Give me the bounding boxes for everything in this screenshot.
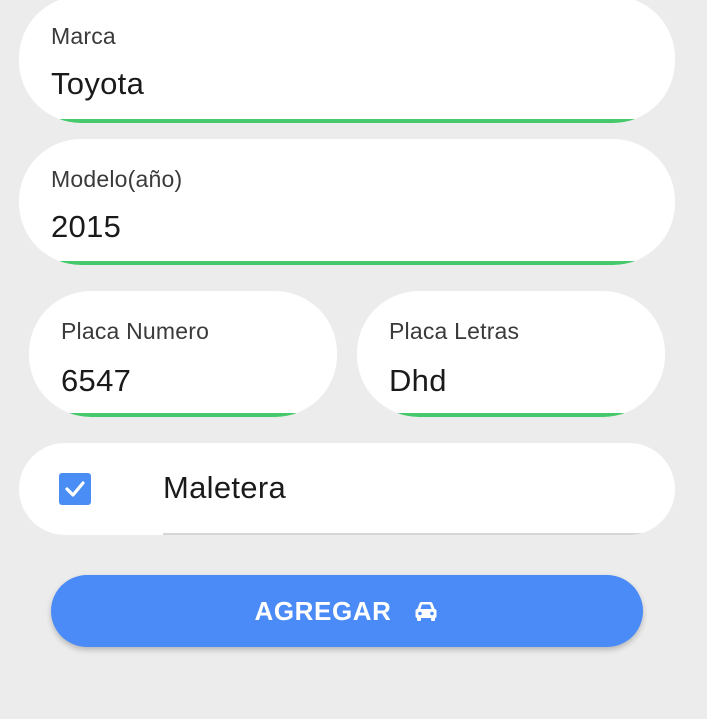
modelo-label: Modelo(año)	[51, 166, 183, 192]
placa-letras-field[interactable]: Placa Letras Dhd	[357, 291, 665, 417]
placa-letras-underline	[393, 413, 629, 417]
modelo-field[interactable]: Modelo(año) 2015	[19, 139, 675, 265]
car-icon	[415, 602, 437, 621]
placa-numero-input[interactable]: 6547	[61, 363, 131, 399]
maletera-label[interactable]: Maletera	[163, 470, 286, 506]
marca-label: Marca	[51, 23, 116, 49]
maletera-row: Maletera	[19, 443, 675, 535]
agregar-label: AGREGAR	[254, 595, 392, 626]
placa-numero-field[interactable]: Placa Numero 6547	[29, 291, 337, 417]
placa-letras-input[interactable]: Dhd	[389, 363, 447, 399]
marca-field[interactable]: Marca Toyota	[19, 0, 675, 123]
marca-input[interactable]: Toyota	[51, 66, 144, 102]
maletera-checkbox[interactable]	[59, 473, 91, 505]
agregar-button[interactable]: AGREGAR	[51, 575, 643, 647]
placa-letras-label: Placa Letras	[389, 318, 520, 344]
checkmark-icon	[65, 481, 85, 497]
modelo-underline	[55, 261, 639, 265]
modelo-input[interactable]: 2015	[51, 209, 121, 245]
marca-underline	[55, 119, 639, 123]
placa-numero-underline	[65, 413, 301, 417]
maletera-underline	[163, 533, 675, 535]
placa-numero-label: Placa Numero	[61, 318, 210, 344]
